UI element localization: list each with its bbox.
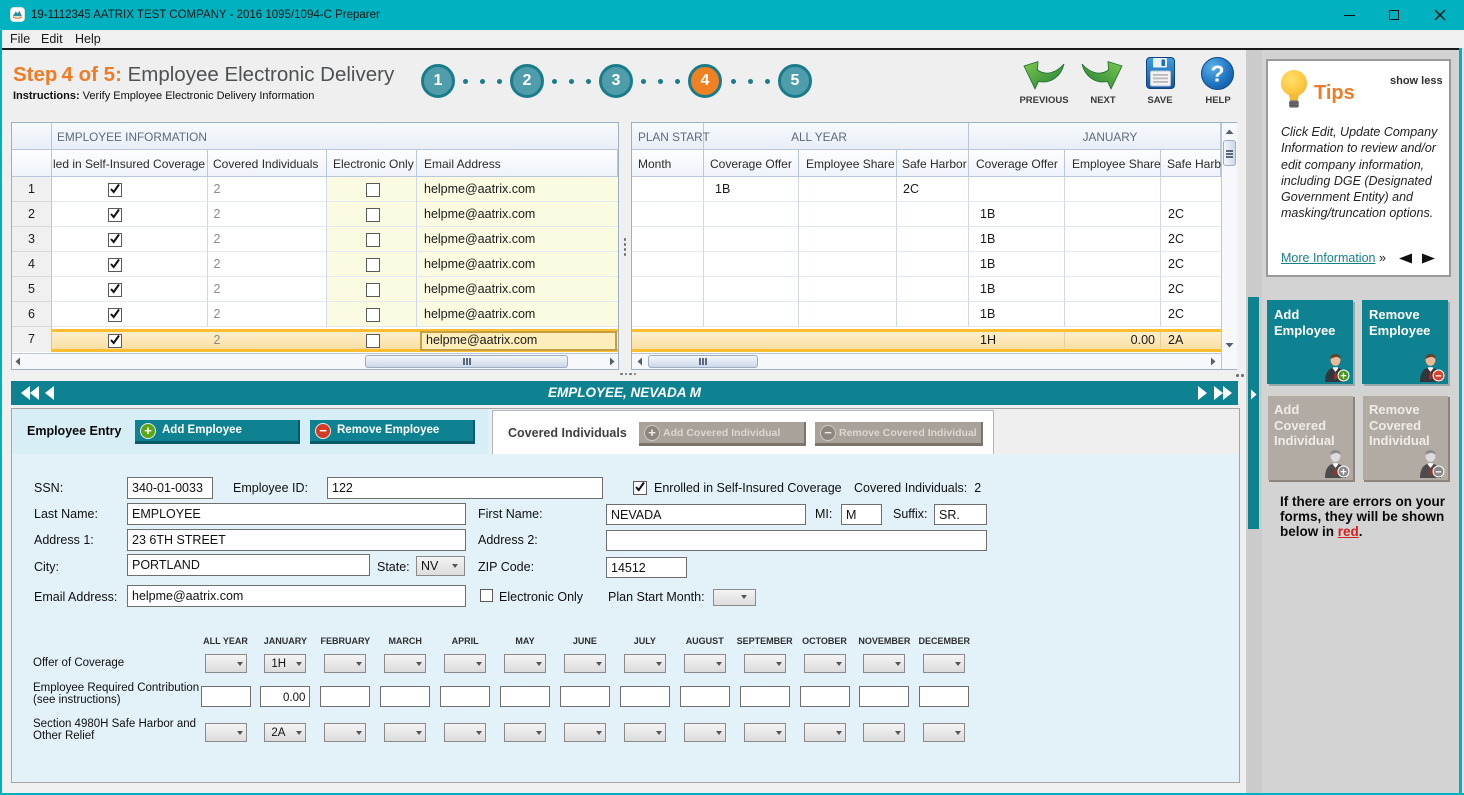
svg-text:−: − — [1435, 371, 1441, 383]
svg-text:−: − — [1435, 467, 1441, 479]
svg-text:+: + — [1340, 467, 1346, 479]
svg-text:?: ? — [1210, 61, 1224, 87]
svg-text:+: + — [1340, 371, 1346, 383]
